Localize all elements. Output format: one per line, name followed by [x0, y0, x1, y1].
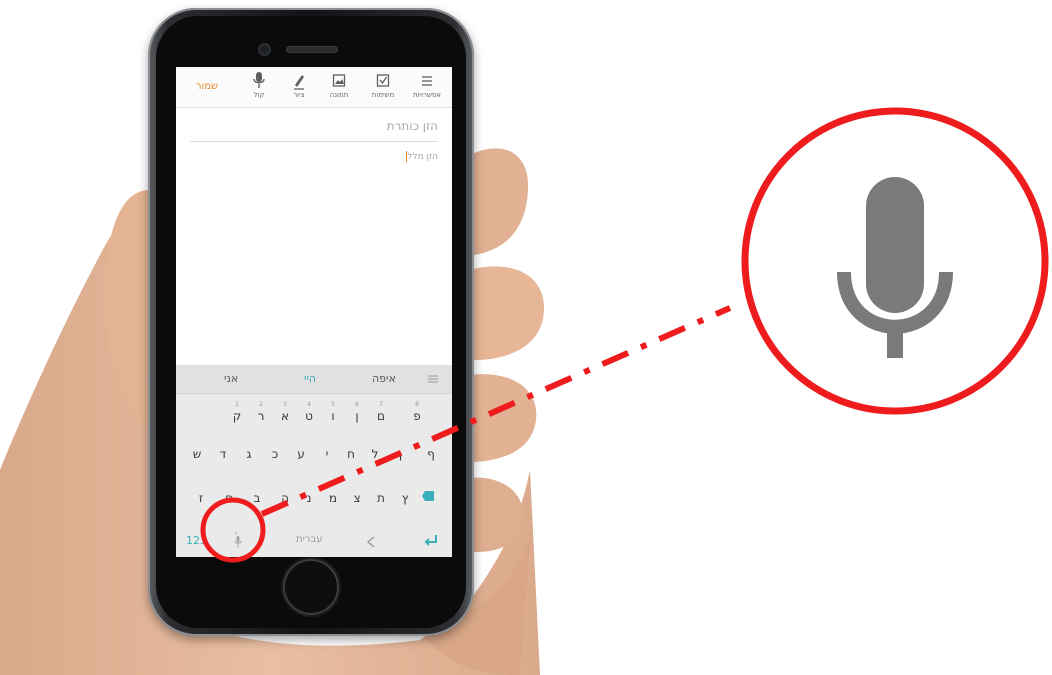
zoomed-mic-callout: [741, 107, 1049, 415]
